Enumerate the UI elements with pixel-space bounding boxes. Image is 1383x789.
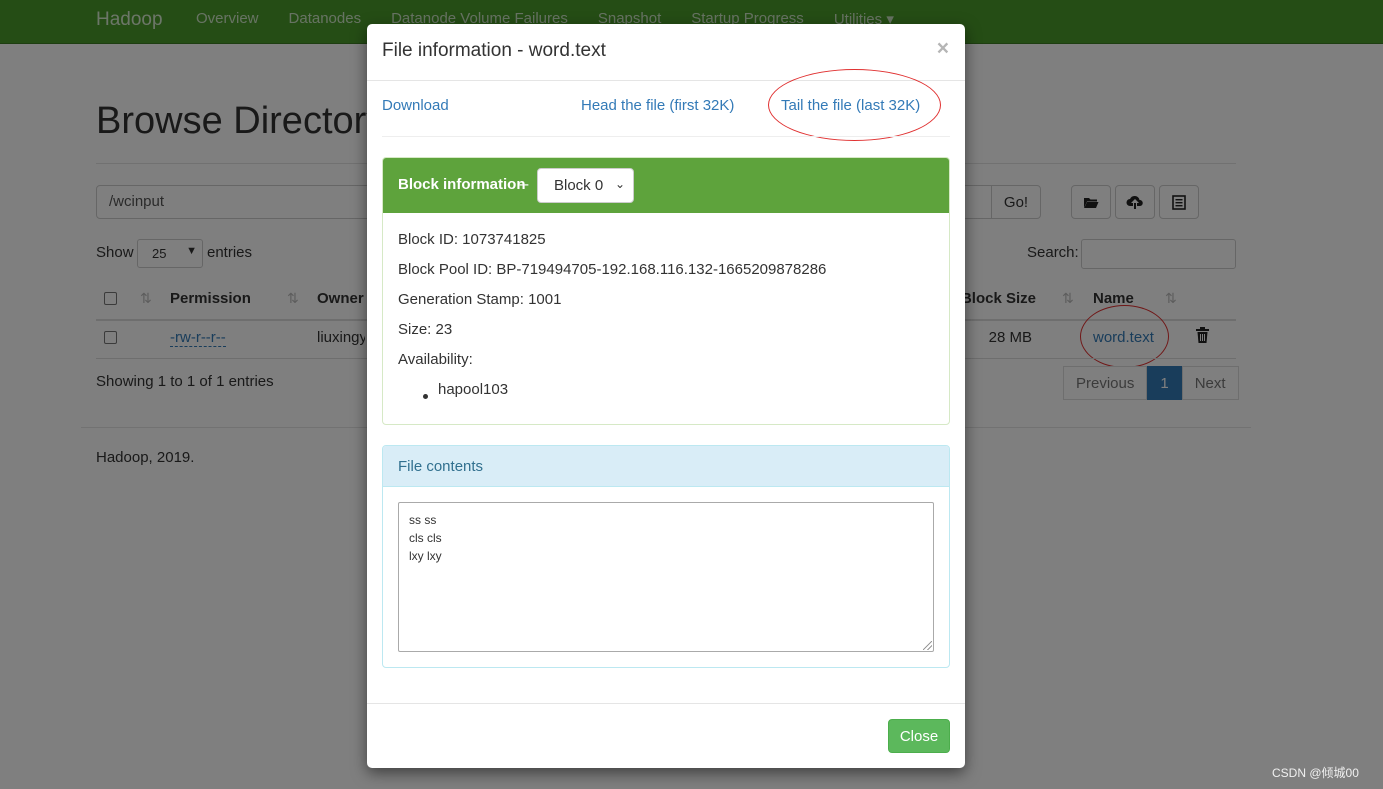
block-info-separator: --: [519, 176, 529, 193]
file-contents-textarea[interactable]: ss ss cls cls lxy lxy: [398, 502, 934, 652]
head-file-link[interactable]: Head the file (first 32K): [581, 97, 734, 114]
divider: [382, 136, 950, 137]
content-line: cls cls: [409, 531, 442, 545]
content-line: ss ss: [409, 513, 437, 527]
availability-label: Availability:: [398, 351, 473, 368]
block-info-panel: Block information -- Block 0 ⌄ Block ID:…: [382, 157, 950, 425]
content-line: lxy lxy: [409, 549, 442, 563]
file-contents-panel: File contents ss ss cls cls lxy lxy: [382, 445, 950, 668]
annotation-circle: [768, 69, 941, 141]
resize-handle[interactable]: [923, 641, 932, 650]
file-contents-title: File contents: [398, 458, 484, 475]
availability-host: hapool103: [438, 381, 509, 398]
file-info-modal: File information - word.text × Download …: [367, 24, 965, 768]
close-button[interactable]: Close: [888, 719, 950, 753]
generation-stamp: Generation Stamp: 1001: [398, 291, 562, 308]
block-info-header: Block information -- Block 0 ⌄: [383, 158, 949, 213]
block-size: Size: 23: [398, 321, 453, 338]
chevron-down-icon: ⌄: [614, 177, 625, 191]
file-contents-header: File contents: [383, 446, 949, 487]
block-info-title: Block information: [398, 176, 526, 193]
block-select-value: Block 0: [554, 177, 604, 194]
block-pool-id: Block Pool ID: BP-719494705-192.168.116.…: [398, 261, 827, 278]
block-select[interactable]: Block 0 ⌄: [537, 168, 634, 203]
watermark: CSDN @倾城00: [1272, 766, 1359, 780]
close-icon[interactable]: ×: [937, 37, 949, 61]
download-link[interactable]: Download: [382, 97, 449, 114]
block-id: Block ID: 1073741825: [398, 231, 546, 248]
modal-title: File information - word.text: [382, 40, 606, 61]
modal-footer-divider: [367, 703, 965, 704]
list-bullet: [423, 394, 428, 399]
